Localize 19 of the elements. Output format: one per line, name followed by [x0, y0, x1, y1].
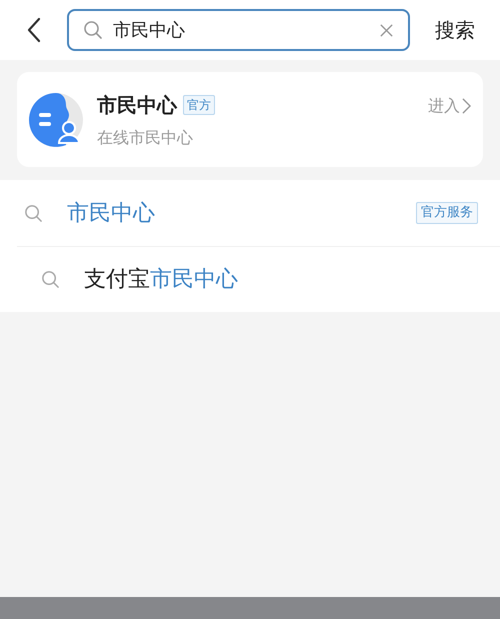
- back-icon: [26, 17, 40, 43]
- citizen-center-icon: [29, 92, 83, 146]
- result-title: 市民中心: [97, 92, 177, 118]
- suggestion-item[interactable]: 市民中心 官方服务: [0, 180, 500, 246]
- search-icon: [24, 204, 43, 222]
- official-badge: 官方: [183, 94, 215, 114]
- suggestion-text: 市民中心: [67, 200, 155, 228]
- search-input[interactable]: 市民中心: [113, 16, 369, 44]
- result-subtitle: 在线市民中心: [97, 126, 194, 148]
- chevron-icon: [462, 98, 471, 114]
- service-badge: 官方服务: [416, 202, 478, 224]
- search-icon: [83, 20, 103, 40]
- search-icon: [41, 270, 60, 289]
- search-field[interactable]: 市民中心: [67, 9, 410, 51]
- result-card[interactable]: 市民中心 官方 在线市民中心 进入: [17, 72, 483, 167]
- search-button[interactable]: 搜索: [410, 15, 500, 45]
- suggestion-item[interactable]: 支付宝市民中心: [17, 246, 500, 312]
- suggestion-text: 支付宝市民中心: [84, 266, 238, 294]
- clear-icon[interactable]: [379, 22, 394, 38]
